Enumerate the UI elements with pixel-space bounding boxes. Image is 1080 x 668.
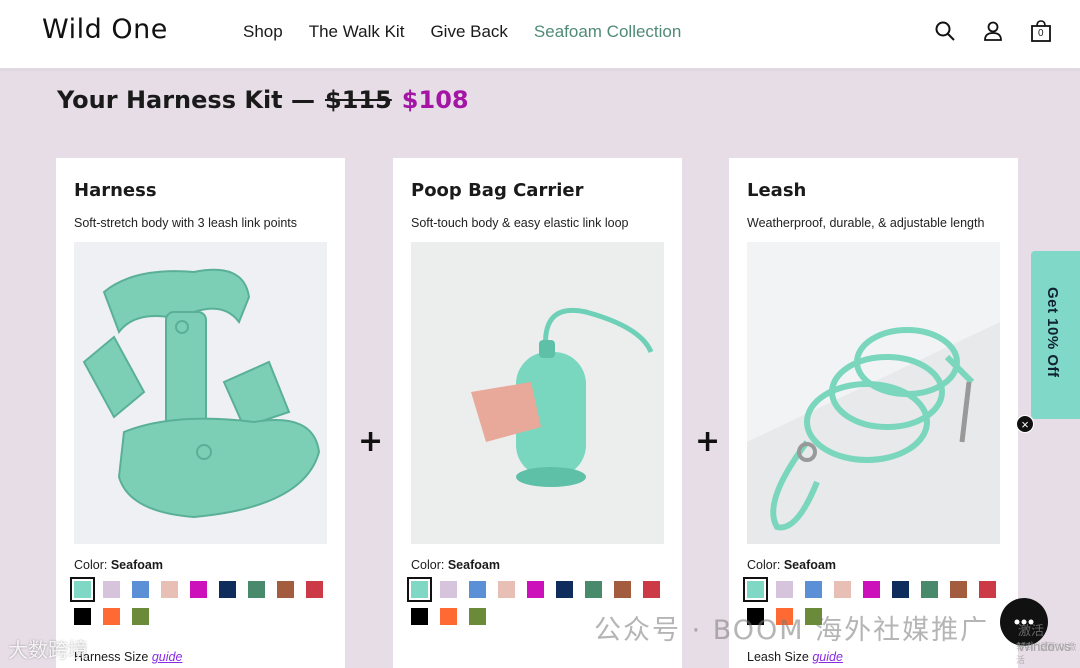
card-subtitle: Weatherproof, durable, & adjustable leng… [747, 216, 985, 230]
color-value: Seafoam [783, 558, 836, 572]
wechat-watermark: 公众号 · BOOM 海外社媒推广 [594, 615, 990, 646]
color-swatch[interactable] [498, 581, 515, 598]
account-icon[interactable] [982, 20, 1004, 42]
kit-title-text: Your Harness Kit — [57, 86, 315, 114]
cart-count: 0 [1038, 28, 1044, 39]
color-swatch[interactable] [469, 608, 486, 625]
close-icon[interactable]: × [1016, 415, 1034, 433]
nav-shop[interactable]: Shop [243, 22, 283, 42]
size-line: Harness Size guide [74, 650, 182, 664]
search-icon[interactable] [934, 20, 956, 42]
color-swatch[interactable] [614, 581, 631, 598]
color-swatch[interactable] [979, 581, 996, 598]
size-label: Leash Size [747, 650, 809, 664]
size-guide-link[interactable]: guide [152, 650, 183, 664]
kit-title: Your Harness Kit — $115 $108 [57, 86, 469, 114]
color-swatch[interactable] [132, 608, 149, 625]
product-card-harness: Harness Soft-stretch body with 3 leash l… [56, 158, 345, 668]
color-swatch[interactable] [277, 581, 294, 598]
site-header: Wild One Shop The Walk Kit Give Back Sea… [0, 0, 1080, 69]
color-swatch[interactable] [776, 581, 793, 598]
color-swatch[interactable] [585, 581, 602, 598]
color-line: Color: Seafoam [747, 558, 836, 572]
color-line: Color: Seafoam [411, 558, 500, 572]
color-swatch[interactable] [411, 608, 428, 625]
main-nav: Shop The Walk Kit Give Back Seafoam Coll… [243, 22, 681, 42]
header-icons: 0 [934, 20, 1052, 42]
card-title: Poop Bag Carrier [411, 180, 584, 201]
size-guide-link[interactable]: guide [812, 650, 843, 664]
color-swatches [70, 577, 334, 625]
color-swatch[interactable] [248, 581, 265, 598]
nav-give-back[interactable]: Give Back [430, 22, 507, 42]
color-swatch[interactable] [132, 581, 149, 598]
card-subtitle: Soft-touch body & easy elastic link loop [411, 216, 629, 230]
color-swatch[interactable] [863, 581, 880, 598]
color-swatch[interactable] [743, 577, 768, 602]
color-value: Seafoam [447, 558, 500, 572]
color-swatch[interactable] [440, 581, 457, 598]
plus-sign: + [358, 424, 384, 459]
product-card-leash: Leash Weatherproof, durable, & adjustabl… [729, 158, 1018, 668]
color-swatch[interactable] [306, 581, 323, 598]
cart-icon[interactable]: 0 [1030, 20, 1052, 42]
product-card-poop-bag-carrier: Poop Bag Carrier Soft-touch body & easy … [393, 158, 682, 668]
color-swatch[interactable] [527, 581, 544, 598]
color-swatch[interactable] [74, 608, 91, 625]
leash-image [747, 242, 1000, 544]
nav-walk-kit[interactable]: The Walk Kit [309, 22, 405, 42]
color-swatch[interactable] [407, 577, 432, 602]
color-swatch[interactable] [440, 608, 457, 625]
color-swatch[interactable] [469, 581, 486, 598]
card-title: Harness [74, 180, 157, 201]
promo-label: Get 10% Off [1044, 287, 1061, 378]
color-swatch[interactable] [921, 581, 938, 598]
card-subtitle: Soft-stretch body with 3 leash link poin… [74, 216, 298, 230]
color-swatch[interactable] [834, 581, 851, 598]
color-swatch[interactable] [643, 581, 660, 598]
color-line: Color: Seafoam [74, 558, 163, 572]
color-label: Color: [411, 558, 445, 572]
color-swatch[interactable] [950, 581, 967, 598]
old-price: $115 [325, 86, 392, 114]
color-swatch[interactable] [103, 608, 120, 625]
color-swatch[interactable] [556, 581, 573, 598]
new-price: $108 [401, 86, 469, 114]
color-swatch[interactable] [190, 581, 207, 598]
color-swatch[interactable] [805, 581, 822, 598]
nav-seafoam-collection[interactable]: Seafoam Collection [534, 22, 681, 42]
color-value: Seafoam [110, 558, 163, 572]
brand-watermark: 大数跨境 [8, 638, 88, 662]
color-label: Color: [747, 558, 781, 572]
promo-tab[interactable]: Get 10% Off [1031, 251, 1080, 419]
harness-image [74, 242, 327, 544]
color-swatch[interactable] [219, 581, 236, 598]
color-swatch[interactable] [70, 577, 95, 602]
color-swatch[interactable] [103, 581, 120, 598]
color-label: Color: [74, 558, 108, 572]
poop-bag-carrier-image [411, 242, 664, 544]
plus-sign: + [695, 424, 721, 459]
card-title: Leash [747, 180, 807, 201]
size-line: Leash Size guide [747, 650, 843, 664]
logo[interactable]: Wild One [42, 14, 168, 45]
color-swatch[interactable] [161, 581, 178, 598]
color-swatch[interactable] [892, 581, 909, 598]
windows-activation-subtext: 转到"设置"以激活 [1016, 642, 1077, 665]
